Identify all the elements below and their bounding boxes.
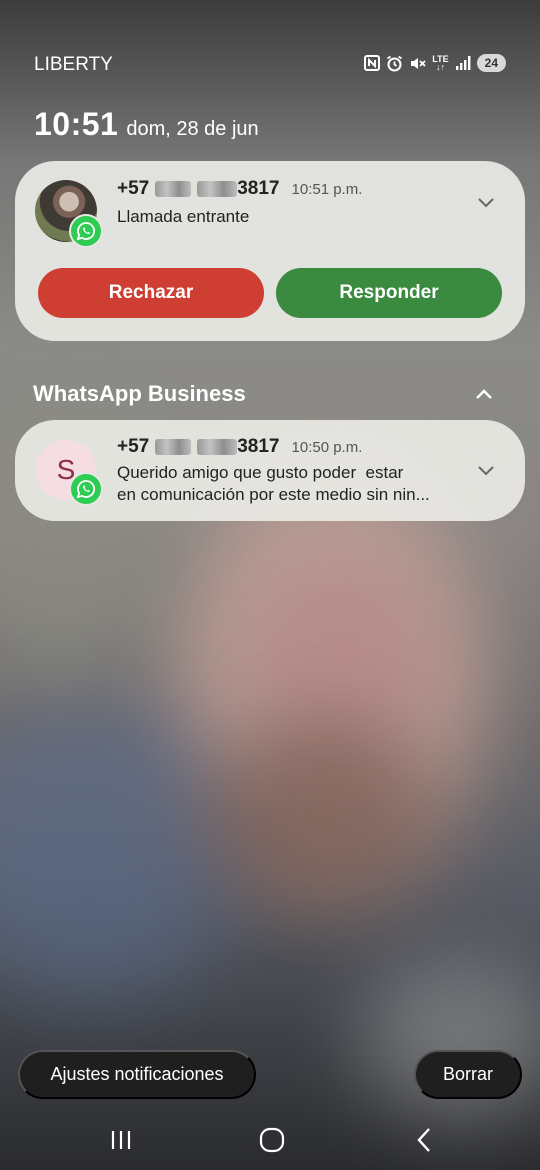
notification-group-title: WhatsApp Business bbox=[33, 381, 246, 406]
lockscreen-clock: 10:51 dom, 28 de jun bbox=[34, 106, 259, 143]
battery-icon: 24 bbox=[476, 54, 506, 72]
redacted-digits bbox=[197, 181, 238, 197]
message-time: 10:50 p.m. bbox=[291, 439, 363, 456]
redacted-digits bbox=[155, 181, 192, 197]
number-suffix: 3817 bbox=[237, 436, 280, 457]
call-title-line: +57 3817 10:51 p.m. bbox=[117, 178, 362, 200]
call-time: 10:51 p.m. bbox=[291, 181, 363, 198]
nfc-icon bbox=[364, 55, 381, 71]
home-icon[interactable] bbox=[252, 1123, 292, 1157]
clear-all-button[interactable]: Borrar bbox=[414, 1050, 522, 1099]
message-preview: Querido amigo que gusto poder estar en c… bbox=[117, 462, 430, 506]
message-notification[interactable]: S +57 3817 10:50 p.m. Querido amigo que … bbox=[15, 420, 525, 521]
call-status-text: Llamada entrante bbox=[117, 207, 250, 226]
notification-settings-button[interactable]: Ajustes notificaciones bbox=[18, 1050, 256, 1099]
message-line-2: en comunicación por este medio sin nin..… bbox=[117, 485, 430, 504]
signal-icon bbox=[455, 56, 471, 70]
status-icons: LTE ↓↑ 24 bbox=[364, 54, 506, 72]
mute-icon bbox=[411, 57, 426, 69]
status-bar: LIBERTY LTE ↓↑ 24 bbox=[0, 0, 540, 110]
alarm-icon bbox=[387, 55, 403, 71]
number-prefix: +57 bbox=[117, 178, 150, 199]
message-title-line: +57 3817 10:50 p.m. bbox=[117, 436, 362, 458]
redacted-digits bbox=[197, 439, 238, 455]
message-line-1: Querido amigo que gusto poder estar bbox=[117, 463, 404, 482]
clock-time: 10:51 bbox=[34, 106, 119, 142]
clock-date: dom, 28 de jun bbox=[126, 118, 259, 140]
recents-icon[interactable] bbox=[101, 1123, 141, 1157]
whatsapp-icon bbox=[69, 214, 103, 248]
answer-call-button[interactable]: Responder bbox=[276, 268, 502, 318]
incoming-call-notification[interactable]: +57 3817 10:51 p.m. Llamada entrante Rec… bbox=[15, 161, 525, 341]
network-type: LTE bbox=[432, 54, 449, 64]
chevron-up-icon[interactable] bbox=[472, 383, 496, 407]
carrier-name: LIBERTY bbox=[34, 54, 113, 75]
navigation-bar bbox=[0, 1115, 540, 1165]
number-prefix: +57 bbox=[117, 436, 150, 457]
number-suffix: 3817 bbox=[237, 178, 280, 199]
caller-number: +57 3817 bbox=[117, 178, 280, 200]
whatsapp-icon bbox=[69, 472, 103, 506]
sender-number: +57 3817 bbox=[117, 436, 280, 458]
redacted-digits bbox=[155, 439, 192, 455]
chevron-down-icon[interactable] bbox=[475, 459, 497, 481]
chevron-down-icon[interactable] bbox=[475, 191, 497, 213]
back-icon[interactable] bbox=[404, 1123, 444, 1157]
lte-icon: LTE ↓↑ bbox=[432, 54, 449, 72]
reject-call-button[interactable]: Rechazar bbox=[38, 268, 264, 318]
